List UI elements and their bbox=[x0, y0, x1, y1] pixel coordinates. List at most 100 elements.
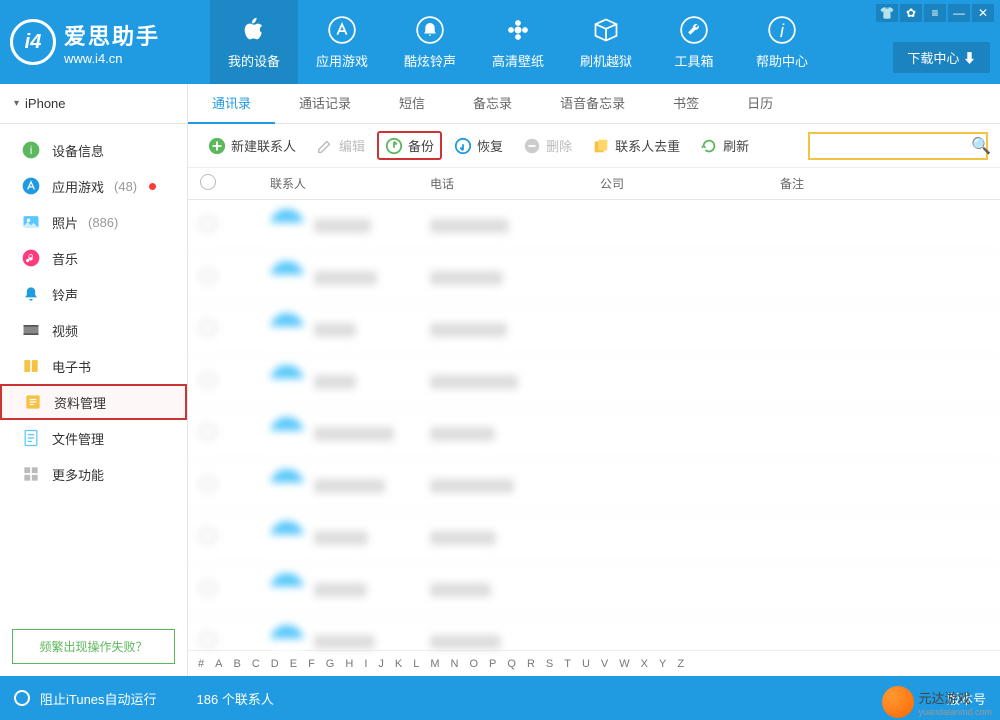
col-phone[interactable]: 电话 bbox=[430, 175, 600, 192]
side-file-mgmt[interactable]: 文件管理 bbox=[0, 420, 187, 456]
edit-button[interactable]: 编辑 bbox=[308, 131, 373, 160]
tab-contacts[interactable]: 通讯录 bbox=[188, 84, 275, 124]
side-data-mgmt[interactable]: 资料管理 bbox=[0, 384, 187, 420]
side-more[interactable]: 更多功能 bbox=[0, 456, 187, 492]
alpha-Y[interactable]: Y bbox=[659, 658, 666, 670]
alpha-J[interactable]: J bbox=[378, 658, 384, 670]
select-all[interactable] bbox=[200, 174, 216, 190]
gear-icon[interactable]: ✿ bbox=[900, 4, 922, 22]
backup-button[interactable]: 备份 bbox=[377, 131, 442, 160]
tab-calllog[interactable]: 通话记录 bbox=[275, 84, 375, 124]
flower-icon bbox=[503, 15, 533, 45]
nav-help[interactable]: i 帮助中心 bbox=[738, 0, 826, 84]
alpha-N[interactable]: N bbox=[451, 658, 459, 670]
tab-sms[interactable]: 短信 bbox=[375, 84, 449, 124]
table-row[interactable] bbox=[188, 304, 1000, 356]
alpha-T[interactable]: T bbox=[564, 658, 571, 670]
alpha-Q[interactable]: Q bbox=[507, 658, 516, 670]
alpha-H[interactable]: H bbox=[345, 658, 353, 670]
alpha-I[interactable]: I bbox=[364, 658, 367, 670]
alpha-P[interactable]: P bbox=[489, 658, 496, 670]
nav-tools[interactable]: 工具箱 bbox=[650, 0, 738, 84]
delete-button[interactable]: 删除 bbox=[515, 131, 580, 160]
table-row[interactable] bbox=[188, 512, 1000, 564]
alpha-S[interactable]: S bbox=[546, 658, 553, 670]
alpha-W[interactable]: W bbox=[619, 658, 629, 670]
alpha-K[interactable]: K bbox=[395, 658, 402, 670]
alpha-X[interactable]: X bbox=[641, 658, 648, 670]
logo: i4 爱思助手 www.i4.cn bbox=[10, 19, 190, 66]
side-photos[interactable]: 照片 (886) bbox=[0, 204, 187, 240]
alpha-Z[interactable]: Z bbox=[677, 658, 684, 670]
menu-icon[interactable]: ≡ bbox=[924, 4, 946, 22]
table-row[interactable] bbox=[188, 408, 1000, 460]
alpha-R[interactable]: R bbox=[527, 658, 535, 670]
alpha-C[interactable]: C bbox=[252, 658, 260, 670]
nav-my-device[interactable]: 我的设备 bbox=[210, 0, 298, 84]
alpha-M[interactable]: M bbox=[430, 658, 439, 670]
search-input[interactable] bbox=[816, 139, 971, 153]
alpha-B[interactable]: B bbox=[233, 658, 240, 670]
nav-ringtones[interactable]: 酷炫铃声 bbox=[386, 0, 474, 84]
table-row[interactable] bbox=[188, 564, 1000, 616]
dedup-button[interactable]: 联系人去重 bbox=[584, 131, 688, 160]
table-row[interactable] bbox=[188, 616, 1000, 650]
nav-wallpapers[interactable]: 高清壁纸 bbox=[474, 0, 562, 84]
alpha-F[interactable]: F bbox=[308, 658, 315, 670]
col-company[interactable]: 公司 bbox=[600, 175, 780, 192]
contact-count: 186 个联系人 bbox=[197, 689, 274, 708]
side-ringtones[interactable]: 铃声 bbox=[0, 276, 187, 312]
alpha-L[interactable]: L bbox=[413, 658, 419, 670]
svg-text:i: i bbox=[30, 144, 33, 157]
status-bar: 阻止iTunes自动运行 186 个联系人 版本号 bbox=[0, 676, 1000, 720]
alpha-A[interactable]: A bbox=[215, 658, 222, 670]
tab-bookmarks[interactable]: 书签 bbox=[649, 84, 723, 124]
shirt-icon[interactable]: 👕 bbox=[876, 4, 898, 22]
alpha-O[interactable]: O bbox=[469, 658, 478, 670]
refresh-button[interactable]: 刷新 bbox=[692, 131, 757, 160]
side-ebooks[interactable]: 电子书 bbox=[0, 348, 187, 384]
table-row[interactable] bbox=[188, 200, 1000, 252]
table-row[interactable] bbox=[188, 252, 1000, 304]
col-remark[interactable]: 备注 bbox=[780, 175, 988, 192]
alpha-U[interactable]: U bbox=[582, 658, 590, 670]
svg-text:i: i bbox=[780, 20, 785, 41]
table-header: 联系人 电话 公司 备注 bbox=[188, 168, 1000, 200]
tab-notes[interactable]: 备忘录 bbox=[449, 84, 536, 124]
minimize-icon[interactable]: — bbox=[948, 4, 970, 22]
alpha-G[interactable]: G bbox=[326, 658, 335, 670]
alpha-index[interactable]: # ABCDEFGHIJKLMNOPQRSTUVWXYZ bbox=[188, 650, 1000, 676]
table-row[interactable] bbox=[188, 460, 1000, 512]
alpha-V[interactable]: V bbox=[601, 658, 608, 670]
tab-voice[interactable]: 语音备忘录 bbox=[536, 84, 649, 124]
nav-apps[interactable]: 应用游戏 bbox=[298, 0, 386, 84]
toolbar: 新建联系人 编辑 备份 恢复 删除 联系人去重 刷新 🔍 bbox=[188, 124, 1000, 168]
window-controls: 👕 ✿ ≡ — ✕ bbox=[876, 4, 994, 22]
device-selector[interactable]: iPhone bbox=[0, 84, 187, 124]
side-videos[interactable]: 视频 bbox=[0, 312, 187, 348]
col-contact[interactable]: 联系人 bbox=[230, 175, 430, 192]
top-nav: 我的设备 应用游戏 酷炫铃声 高清壁纸 刷机越狱 工具箱 i 帮助中心 bbox=[210, 0, 826, 84]
side-device-info[interactable]: i设备信息 bbox=[0, 132, 187, 168]
alpha-D[interactable]: D bbox=[271, 658, 279, 670]
contact-list[interactable] bbox=[188, 200, 1000, 650]
alpha-E[interactable]: E bbox=[290, 658, 297, 670]
search-box[interactable]: 🔍 bbox=[808, 132, 988, 160]
info-icon: i bbox=[767, 15, 797, 45]
side-apps[interactable]: 应用游戏 (48) bbox=[0, 168, 187, 204]
fail-help-link[interactable]: 频繁出现操作失败？ bbox=[12, 629, 175, 664]
toggle-icon[interactable] bbox=[14, 690, 30, 706]
main-panel: 通讯录 通话记录 短信 备忘录 语音备忘录 书签 日历 新建联系人 编辑 备份 … bbox=[188, 84, 1000, 676]
restore-button[interactable]: 恢复 bbox=[446, 131, 511, 160]
close-icon[interactable]: ✕ bbox=[972, 4, 994, 22]
table-row[interactable] bbox=[188, 356, 1000, 408]
new-contact-button[interactable]: 新建联系人 bbox=[200, 131, 304, 160]
download-center[interactable]: 下载中心 ⬇ bbox=[893, 42, 990, 73]
nav-jailbreak[interactable]: 刷机越狱 bbox=[562, 0, 650, 84]
app-url: www.i4.cn bbox=[64, 51, 160, 66]
top-bar: i4 爱思助手 www.i4.cn 我的设备 应用游戏 酷炫铃声 高清壁纸 刷机… bbox=[0, 0, 1000, 84]
tab-calendar[interactable]: 日历 bbox=[723, 84, 797, 124]
side-music[interactable]: 音乐 bbox=[0, 240, 187, 276]
alpha-#[interactable]: # bbox=[198, 658, 204, 670]
itunes-toggle[interactable]: 阻止iTunes自动运行 bbox=[40, 689, 157, 708]
